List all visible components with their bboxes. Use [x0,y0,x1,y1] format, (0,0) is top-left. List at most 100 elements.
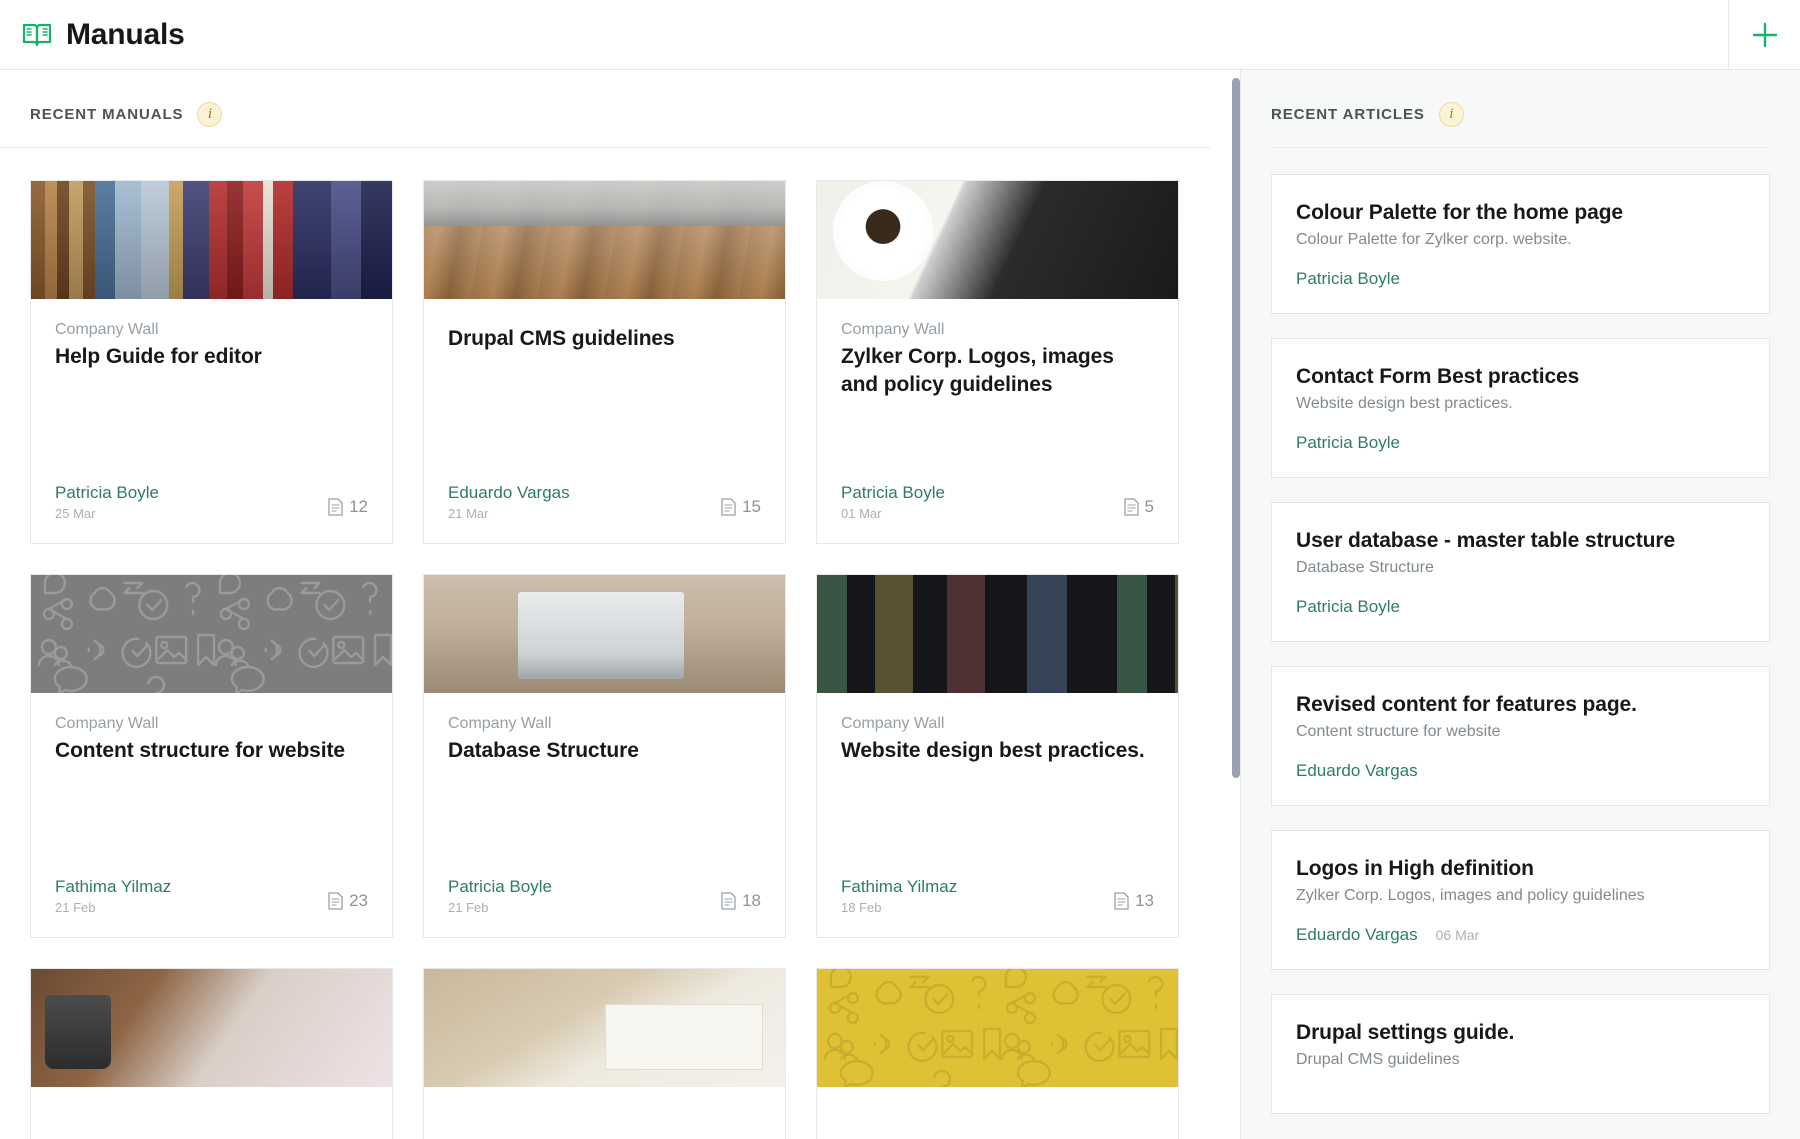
articles-list: Colour Palette for the home page Colour … [1271,148,1770,1114]
app-header: Manuals [0,0,1800,70]
manual-title: Content structure for website [55,737,368,765]
manual-page-count: 15 [721,497,761,521]
manual-wall-label: Company Wall [841,715,1154,733]
article-title: Logos in High definition [1296,857,1745,881]
manual-page-count-value: 15 [742,497,761,517]
manual-thumbnail-paper [424,969,785,1087]
manual-title: Help Guide for editor [55,343,368,371]
article-subtitle: Zylker Corp. Logos, images and policy gu… [1296,887,1745,905]
manual-thumbnail-code [817,575,1178,693]
manual-card-body [817,1087,1178,1139]
article-title: Contact Form Best practices [1296,365,1745,389]
manual-title: Database Structure [448,737,761,765]
recent-articles-pane: RECENT ARTICLES i Colour Palette for the… [1240,70,1800,1139]
manual-thumbnail-desk [31,969,392,1087]
article-card[interactable]: Drupal settings guide. Drupal CMS guidel… [1271,994,1770,1114]
manual-page-count: 5 [1124,497,1154,521]
header-left-group: Manuals [0,18,1728,52]
info-icon[interactable]: i [197,102,222,127]
article-title: Colour Palette for the home page [1296,201,1745,225]
manual-card[interactable] [816,968,1179,1139]
article-author[interactable]: Patricia Boyle [1296,597,1400,617]
manual-page-count-value: 23 [349,891,368,911]
document-icon [1124,498,1139,516]
content-area: RECENT MANUALS i Company Wall Help Guide… [0,70,1800,1139]
article-card[interactable]: Colour Palette for the home page Colour … [1271,174,1770,314]
manual-card[interactable] [423,968,786,1139]
manual-card-body: Company Wall Help Guide for editor [31,299,392,483]
manual-card[interactable] [30,968,393,1139]
article-card[interactable]: Logos in High definition Zylker Corp. Lo… [1271,830,1770,970]
manual-author-group: Fathima Yilmaz 21 Feb [55,877,171,915]
article-date: 06 Mar [1436,927,1480,943]
manual-card-footer: Patricia Boyle 21 Feb 18 [424,877,785,937]
manual-date: 21 Feb [55,900,171,915]
article-subtitle: Database Structure [1296,559,1745,577]
recent-manuals-title: RECENT MANUALS [30,106,183,123]
manual-card-body [424,1087,785,1139]
manual-author-group: Patricia Boyle 25 Mar [55,483,159,521]
manual-thumbnail-laptop [424,575,785,693]
manual-card[interactable]: Company Wall Database Structure Patricia… [423,574,786,938]
article-card[interactable]: Contact Form Best practices Website desi… [1271,338,1770,478]
manual-author[interactable]: Eduardo Vargas [448,483,570,503]
manual-card-body [31,1087,392,1139]
manual-thumbnail-wood [424,181,785,299]
article-meta: Patricia Boyle [1296,597,1745,617]
manual-author[interactable]: Fathima Yilmaz [55,877,171,897]
add-manual-button[interactable] [1728,0,1800,70]
article-author[interactable]: Patricia Boyle [1296,269,1400,289]
manual-author[interactable]: Fathima Yilmaz [841,877,957,897]
manual-wall-label: Company Wall [448,715,761,733]
document-icon [721,498,736,516]
recent-articles-header: RECENT ARTICLES i [1271,70,1770,148]
manual-card-footer: Patricia Boyle 01 Mar 5 [817,483,1178,543]
article-meta: Patricia Boyle [1296,269,1745,289]
manual-card[interactable]: Company Wall Help Guide for editor Patri… [30,180,393,544]
document-icon [328,498,343,516]
recent-manuals-pane: RECENT MANUALS i Company Wall Help Guide… [0,70,1240,1139]
article-author[interactable]: Eduardo Vargas [1296,761,1418,781]
manual-thumbnail-placeholder-yellow [817,969,1178,1087]
manual-author[interactable]: Patricia Boyle [448,877,552,897]
book-icon [22,22,52,48]
manuals-scrollbar[interactable] [1232,78,1240,778]
manual-thumbnail-books [31,181,392,299]
article-author[interactable]: Eduardo Vargas [1296,925,1418,945]
article-card[interactable]: User database - master table structure D… [1271,502,1770,642]
document-icon [1114,892,1129,910]
manuals-grid: Company Wall Help Guide for editor Patri… [0,148,1240,1139]
manual-card-body: Company Wall Database Structure [424,693,785,877]
manual-page-count: 12 [328,497,368,521]
recent-articles-title: RECENT ARTICLES [1271,106,1425,123]
manual-card[interactable]: Company Wall Zylker Corp. Logos, images … [816,180,1179,544]
manual-card-body: Company Wall Website design best practic… [817,693,1178,877]
manual-card-body: Company Wall Zylker Corp. Logos, images … [817,299,1178,483]
manual-card-footer: Patricia Boyle 25 Mar 12 [31,483,392,543]
placeholder-pattern-icons [817,969,1178,1087]
article-meta: Eduardo Vargas [1296,761,1745,781]
manual-date: 21 Mar [448,506,570,521]
article-meta: Eduardo Vargas 06 Mar [1296,925,1745,945]
manual-card[interactable]: Drupal CMS guidelines Eduardo Vargas 21 … [423,180,786,544]
article-title: Drupal settings guide. [1296,1021,1745,1045]
manual-page-count-value: 12 [349,497,368,517]
article-author[interactable]: Patricia Boyle [1296,433,1400,453]
manual-card-footer: Fathima Yilmaz 21 Feb 23 [31,877,392,937]
document-icon [721,892,736,910]
manual-wall-label: Company Wall [55,715,368,733]
manual-page-count: 13 [1114,891,1154,915]
manual-author[interactable]: Patricia Boyle [55,483,159,503]
manual-card[interactable]: Company Wall Content structure for websi… [30,574,393,938]
manual-author-group: Eduardo Vargas 21 Mar [448,483,570,521]
manual-wall-label: Company Wall [841,321,1154,339]
manual-author[interactable]: Patricia Boyle [841,483,945,503]
article-card[interactable]: Revised content for features page. Conte… [1271,666,1770,806]
info-icon[interactable]: i [1439,102,1464,127]
manual-author-group: Patricia Boyle 21 Feb [448,877,552,915]
manual-card[interactable]: Company Wall Website design best practic… [816,574,1179,938]
article-subtitle: Colour Palette for Zylker corp. website. [1296,231,1745,249]
manual-page-count-value: 13 [1135,891,1154,911]
manual-title: Zylker Corp. Logos, images and policy gu… [841,343,1154,400]
manual-page-count: 23 [328,891,368,915]
